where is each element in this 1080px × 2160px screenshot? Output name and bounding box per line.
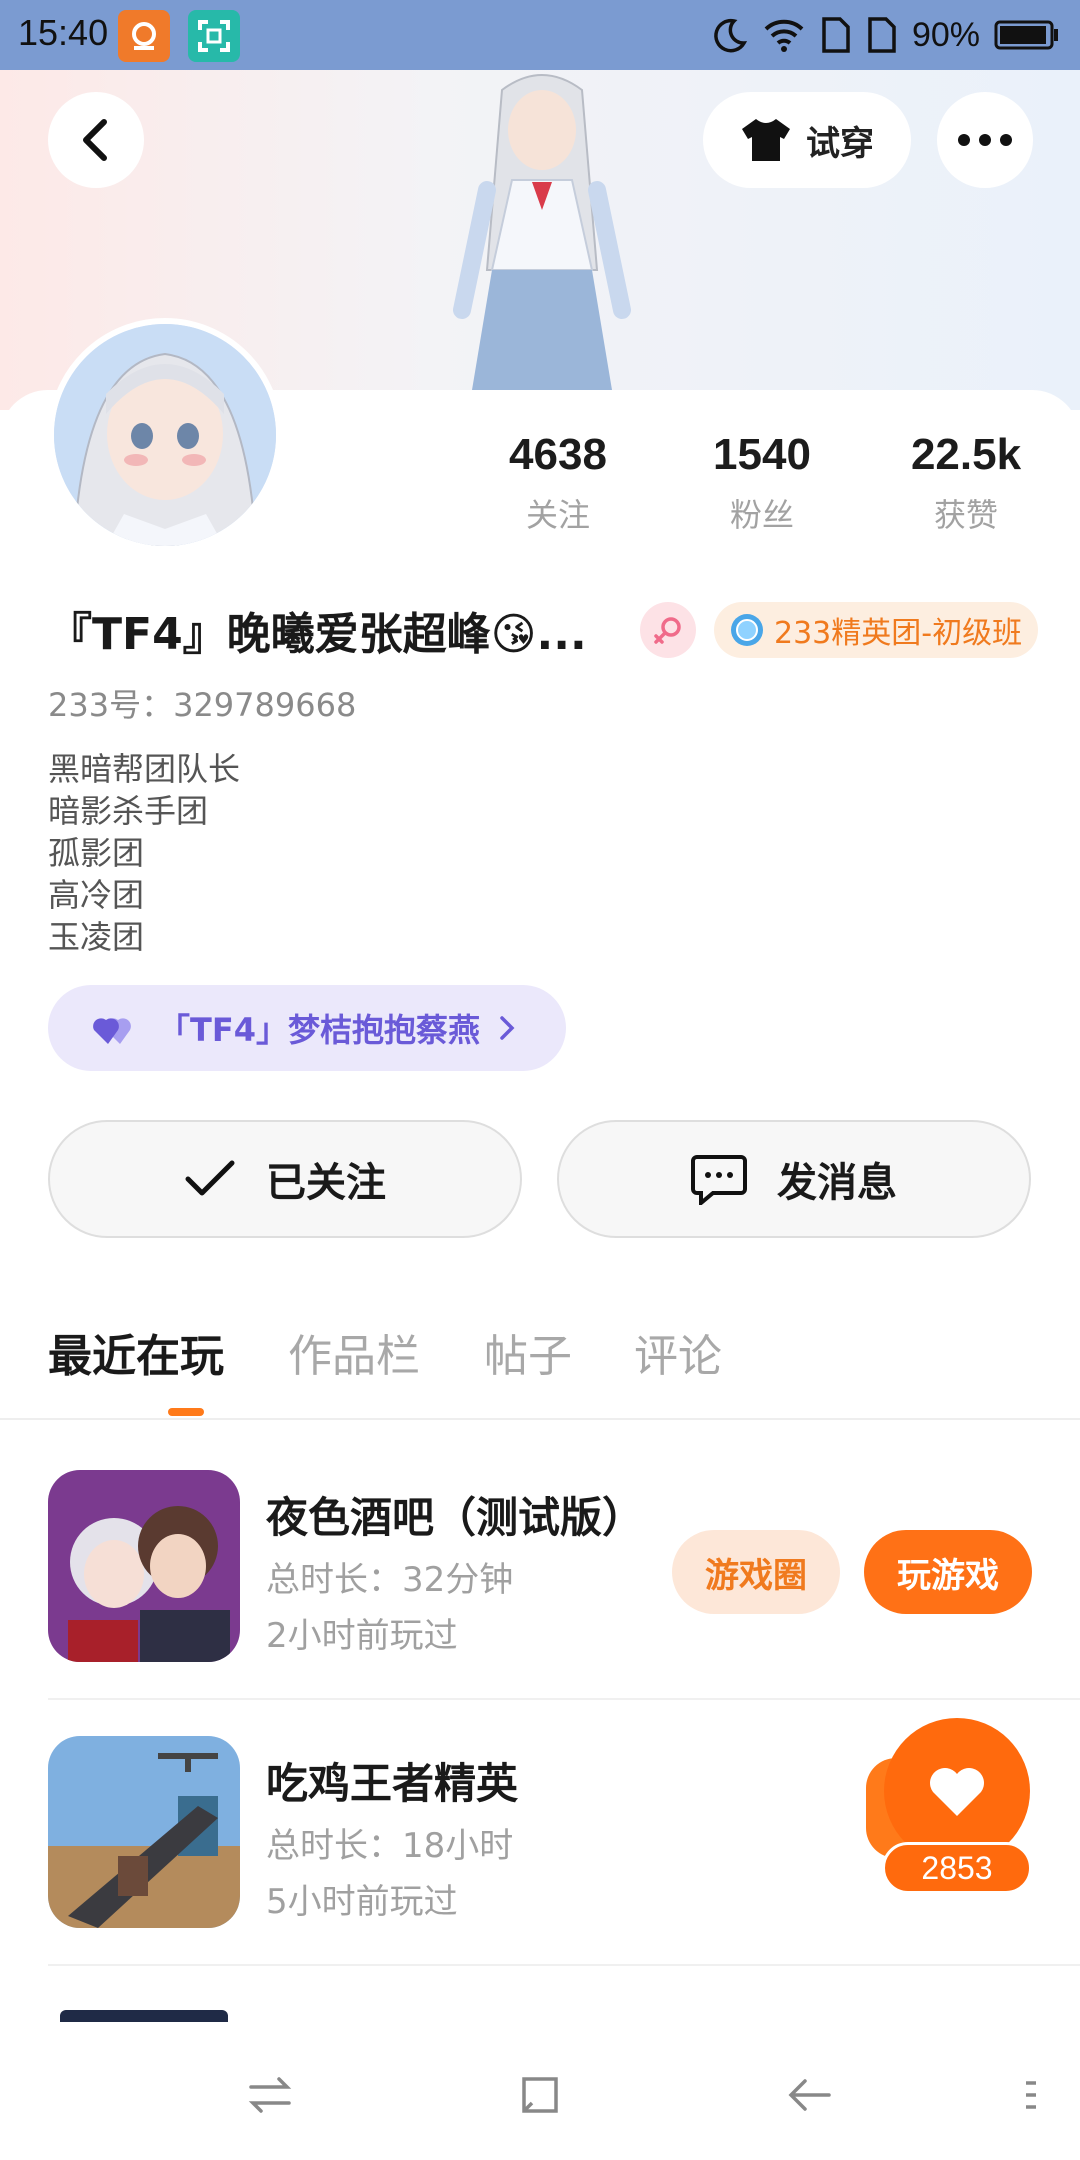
user-name: 『TF4』晚曦爱张超峰😘...	[48, 609, 587, 660]
guild-badge[interactable]: 233精英团-初级班	[714, 602, 1039, 658]
stat-following-value: 4638	[509, 430, 607, 479]
divider	[48, 1698, 1080, 1700]
try-on-button[interactable]: 试穿	[703, 92, 911, 188]
nav-back-button[interactable]	[780, 2065, 840, 2125]
stat-likes-value: 22.5k	[910, 430, 1022, 479]
female-badge	[640, 602, 696, 658]
play-game-button[interactable]: 玩游戏	[864, 1530, 1032, 1614]
nav-menu-button[interactable]	[1000, 2065, 1060, 2125]
bio-line: 高冷团	[48, 876, 145, 914]
notification-app-icon	[118, 10, 170, 62]
try-on-label: 试穿	[806, 123, 874, 164]
check-icon	[185, 1160, 235, 1196]
more-dots-icon	[958, 134, 1012, 146]
bio-line: 黑暗帮团队长	[48, 750, 241, 788]
medal-icon	[731, 614, 763, 646]
relation-pill[interactable]: 「TF4」梦桔抱抱蔡燕	[48, 985, 566, 1071]
name-row: 『TF4』晚曦爱张超峰😘... 233精英团-初级班	[48, 598, 1048, 662]
back-button[interactable]	[48, 92, 144, 188]
wifi-icon	[764, 19, 804, 52]
switch-arrows-icon	[248, 2077, 292, 2113]
chat-bubble-icon	[691, 1155, 747, 1205]
tab-works[interactable]: 作品栏	[288, 1320, 420, 1384]
stat-likes[interactable]: 22.5k 获赞	[881, 430, 1051, 536]
sim1-icon	[822, 17, 850, 53]
game-last-played: 5小时前玩过	[266, 1882, 458, 1922]
female-icon	[654, 617, 681, 644]
nav-switch-button[interactable]	[240, 2065, 300, 2125]
game-duration: 总时长：18小时	[266, 1826, 514, 1866]
stats-row: 4638 关注 1540 粉丝 22.5k 获赞	[0, 430, 1080, 540]
tab-bar: 最近在玩 作品栏 帖子 评论	[48, 1320, 1032, 1420]
bio-line: 玉凌团	[48, 918, 145, 956]
battery-percent: 90%	[911, 15, 980, 54]
more-button[interactable]	[937, 92, 1033, 188]
bio: 黑暗帮团队长 暗影杀手团 孤影团 高冷团 玉凌团	[48, 748, 240, 958]
game-item[interactable]: 夜色酒吧（测试版） 总时长：32分钟 2小时前玩过 游戏圈 玩游戏	[48, 1470, 1032, 1666]
follow-label: 已关注	[266, 1160, 386, 1206]
game-title: 夜色酒吧（测试版）	[266, 1493, 645, 1542]
bio-line: 孤影团	[48, 834, 145, 872]
status-time: 15:40	[18, 12, 109, 53]
avatar-3d-figure	[432, 70, 652, 390]
heart-icon	[930, 1768, 984, 1816]
stat-following[interactable]: 4638 关注	[473, 430, 643, 536]
status-icons: 90%	[708, 10, 1060, 60]
sim2-icon	[868, 17, 896, 53]
game-icon	[48, 1470, 240, 1662]
tab-indicator	[168, 1408, 204, 1416]
user-id: 233号：329789668	[48, 686, 357, 724]
status-bar: 15:40 90%	[0, 0, 1080, 70]
like-button[interactable]: 2853	[866, 1718, 1032, 1894]
stat-following-label: 关注	[525, 496, 590, 534]
next-game-icon-peek	[60, 2010, 228, 2022]
tab-recently-played[interactable]: 最近在玩	[48, 1320, 224, 1384]
game-last-played: 2小时前玩过	[266, 1616, 458, 1656]
message-button[interactable]: 发消息	[557, 1120, 1031, 1238]
back-arrow-icon	[83, 119, 107, 161]
like-count: 2853	[882, 1842, 1032, 1894]
stat-fans[interactable]: 1540 粉丝	[677, 430, 847, 536]
square-icon	[522, 2077, 558, 2113]
game-circle-button[interactable]: 游戏圈	[672, 1530, 840, 1614]
guild-badge-label: 233精英团-初级班	[774, 616, 1023, 651]
divider	[0, 1418, 1080, 1420]
message-label: 发消息	[777, 1160, 897, 1206]
battery-icon	[994, 20, 1058, 50]
game-icon	[48, 1736, 240, 1928]
divider	[48, 1964, 1080, 1966]
menu-lines-icon	[1026, 2081, 1036, 2109]
back-arrow-icon	[788, 2079, 831, 2111]
nav-home-button[interactable]	[510, 2065, 570, 2125]
game-duration: 总时长：32分钟	[266, 1560, 514, 1600]
bio-line: 暗影杀手团	[48, 792, 209, 830]
stat-fans-label: 粉丝	[729, 496, 794, 534]
relation-label: 「TF4」梦桔抱抱蔡燕	[158, 1011, 480, 1049]
system-nav-bar	[0, 2030, 1080, 2160]
follow-button[interactable]: 已关注	[48, 1120, 522, 1238]
scan-app-icon	[188, 10, 240, 62]
tab-posts[interactable]: 帖子	[484, 1320, 572, 1384]
tab-comments[interactable]: 评论	[634, 1320, 722, 1384]
tshirt-icon	[742, 119, 790, 161]
stat-fans-value: 1540	[713, 430, 811, 479]
moon-icon	[714, 18, 748, 53]
chevron-right-icon	[500, 1016, 515, 1040]
game-title: 吃鸡王者精英	[266, 1759, 519, 1808]
hearts-icon	[93, 1018, 131, 1044]
stat-likes-label: 获赞	[933, 496, 998, 534]
